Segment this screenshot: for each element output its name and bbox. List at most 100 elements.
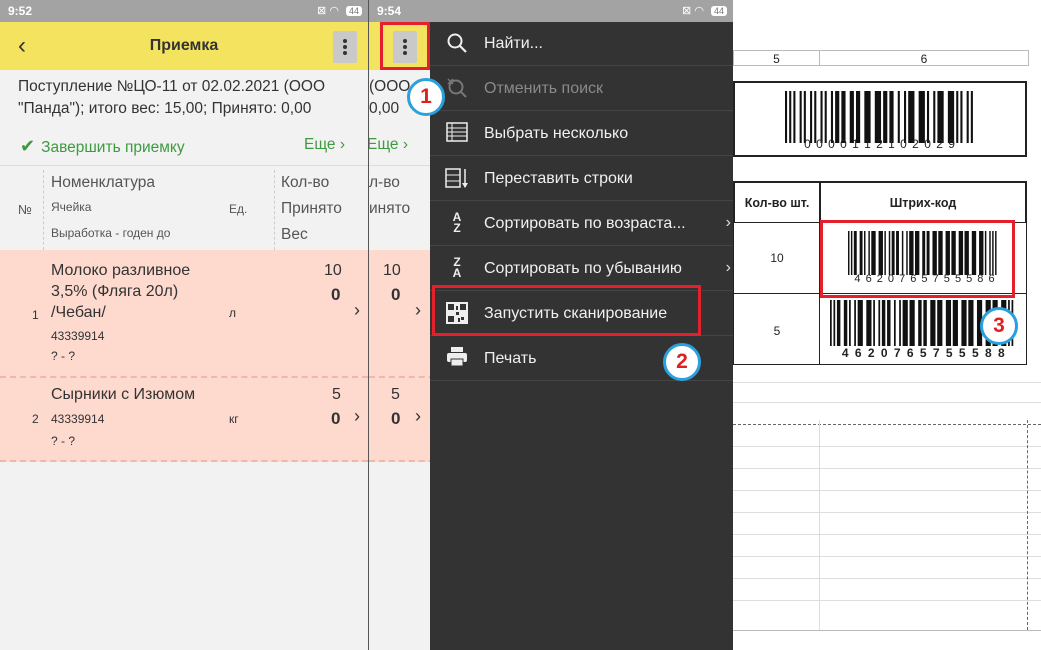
more-link-label: Еще (368, 136, 399, 153)
barcode-bar (937, 91, 944, 143)
qty-value: 5 (773, 324, 781, 338)
row-accepted: 0 (391, 409, 401, 428)
col-qty: Кол-во (281, 174, 330, 191)
status-bar: 9:52 ⊠ ◠ 44 (0, 0, 368, 22)
barcode-bar (902, 300, 908, 346)
status-time: 9:54 (377, 4, 402, 18)
document-header: Поступление №ЦО-11 от 02.02.2021 (ООО "П… (18, 76, 325, 120)
grid-line (819, 420, 820, 630)
complete-receipt-label: Завершить приемку (41, 139, 185, 156)
row-name: 3,5% (Фляга 20л) (51, 283, 179, 300)
complete-receipt-button[interactable]: ✔ Завершить приемку (20, 136, 185, 158)
barcode-bar (960, 91, 963, 143)
table-row[interactable]: 1 Молоко разливное 3,5% (Фляга 20л) /Чеб… (0, 250, 368, 378)
page-title: Приемка (149, 37, 219, 54)
callout-step-3: 3 (980, 307, 1018, 345)
grid-line (733, 512, 1041, 513)
barcode-bar (945, 300, 952, 346)
more-link[interactable]: Еще › (304, 136, 345, 154)
grid-line (733, 382, 1041, 383)
menu-item-label: Печать (484, 350, 537, 367)
header-line-2: "Панда"); итого вес: 15,00; Принято: 0,0… (18, 100, 312, 117)
row-accepted: 0 (331, 409, 341, 428)
barcode-bar (970, 91, 973, 143)
status-icons: ⊠ ◠ 44 (682, 4, 727, 17)
table-row[interactable]: 2 Сырники с Изюмом 43339914 ? - ? кг 5 0… (0, 378, 368, 462)
checkmark-icon: ✔ (20, 136, 36, 156)
barcode-bar (883, 91, 888, 143)
barcode-bar (803, 91, 806, 143)
grid-line (733, 630, 1041, 631)
barcode-bar (785, 91, 788, 143)
highlight-barcode (820, 220, 1015, 298)
row-output: ? - ? (51, 434, 76, 448)
status-icons: ⊠ ◠ 44 (317, 4, 362, 17)
menu-item-label: Сортировать по возраста... (484, 215, 686, 232)
signal-icon: ⊠ (317, 5, 327, 17)
col-cell: Ячейка (51, 200, 92, 214)
sort-asc-icon: AZ (452, 210, 462, 235)
grid-line (733, 600, 1041, 601)
row-qty: 5 (332, 386, 341, 403)
battery-icon: 44 (345, 6, 362, 16)
row-accepted: 0 (391, 285, 401, 304)
barcode-bar (893, 300, 896, 346)
chevron-right-icon: › (725, 214, 731, 231)
signal-icon: ⊠ (682, 5, 692, 17)
col-header-6-label: 6 (920, 52, 928, 66)
menu-item-sort-asc[interactable]: AZ Сортировать по возраста... › (430, 202, 733, 246)
chevron-right-icon: › (402, 136, 409, 153)
barcode-bar (830, 300, 832, 346)
barcode-bar (887, 300, 891, 346)
row-unit: л (229, 306, 237, 320)
callout-step-1: 1 (407, 78, 445, 116)
barcode-bar (855, 91, 861, 143)
barcode-bar (904, 91, 907, 143)
menu-item-select-multiple[interactable]: Выбрать несколько (430, 112, 733, 156)
more-menu-button[interactable] (333, 31, 357, 63)
barcode-bar (889, 91, 894, 143)
col-qty: л-во (369, 174, 400, 191)
sheet-background (733, 0, 1041, 50)
barcode-bar (878, 300, 881, 346)
row-accepted: 0 (331, 285, 341, 304)
menu-item-label: Найти... (484, 35, 543, 52)
row-qty: 10 (383, 262, 401, 279)
barcode-bar (854, 300, 856, 346)
barcode-bar (897, 91, 900, 143)
more-link[interactable]: Еще › (368, 136, 409, 154)
col-weight: Вес (281, 226, 308, 243)
wifi-icon: ◠ (694, 5, 704, 17)
menu-item-label: Переставить строки (484, 170, 633, 187)
chevron-right-icon: › (354, 406, 360, 426)
barcode-bar (843, 300, 848, 346)
cancel-search-icon (444, 77, 470, 101)
menu-item-label: Выбрать несколько (484, 125, 629, 142)
menu-item-cancel-search[interactable]: Отменить поиск (430, 67, 733, 111)
row-qty: 5 (391, 386, 400, 403)
barcode-bar (824, 91, 827, 143)
col-header-5-label: 5 (773, 52, 780, 66)
callout-step-2: 2 (663, 343, 701, 381)
barcode-digits: 4 6 2 0 7 6 5 7 5 5 5 8 8 (841, 346, 1007, 360)
reorder-rows-icon (444, 167, 470, 191)
menu-item-reorder-rows[interactable]: Переставить строки (430, 157, 733, 201)
chevron-right-icon: › (415, 406, 421, 426)
barcode-bar (918, 300, 922, 346)
grid-line (733, 578, 1041, 579)
row-output: ? - ? (51, 349, 76, 363)
header-barcode-cell: Штрих-код (819, 181, 1027, 224)
printer-icon (444, 347, 470, 371)
col-nomenclature: Номенклатура (51, 174, 156, 191)
header-line-2: 0,00 (369, 100, 400, 117)
status-time: 9:52 (8, 4, 33, 18)
barcode-bar (926, 91, 930, 143)
menu-item-find[interactable]: Найти... (430, 22, 733, 66)
barcode-bar (793, 91, 796, 143)
grid-line (733, 534, 1041, 535)
header-barcode: Штрих-код (889, 196, 957, 210)
barcode-bar (820, 91, 823, 143)
barcode-bar (947, 91, 955, 143)
battery-icon: 44 (710, 6, 727, 16)
barcode-bar (810, 91, 813, 143)
